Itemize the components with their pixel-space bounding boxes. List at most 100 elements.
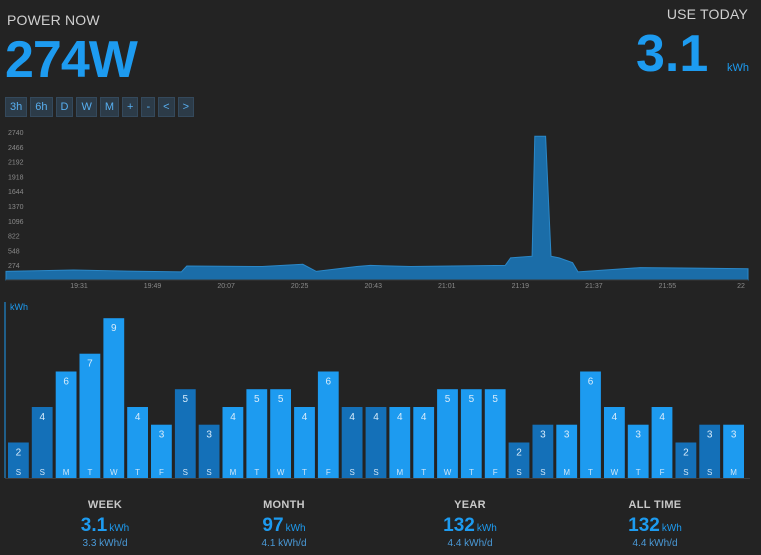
stat-month-unit: kWh [285,523,306,534]
kwh-bar-value: 3 [707,430,713,441]
stats-panel: WEEK 3.1 kWh 3.3 kWh/d MONTH 97 kWh 4.1 kW… [0,490,761,555]
power-y-tick: 1096 [8,219,24,226]
kwh-bar-value: 9 [111,323,117,334]
kwh-bar-value: 7 [87,359,93,370]
kwh-bar-day-label: S [516,468,521,477]
stat-all-time-label: ALL TIME [628,499,682,511]
stat-week: WEEK 3.1 kWh 3.3 kWh/d [20,490,190,549]
power-y-tick: 1370 [8,204,24,211]
pan-left-button[interactable]: < [158,97,175,117]
kwh-bar-value: 2 [516,448,522,459]
kwh-bar-value: 3 [540,430,546,441]
range-day-button[interactable]: D [55,97,74,117]
stat-week-label: WEEK [87,499,123,511]
kwh-bar-day-label: S [683,468,688,477]
power-x-tick: 21:55 [659,283,677,290]
kwh-bar-day-label: W [444,468,452,477]
kwh-bar-day-label: T [588,468,593,477]
stat-all-time-avg: 4.4 kWh/d [632,538,678,549]
kwh-bar-day-label: S [16,468,21,477]
power-y-tick: 1644 [8,189,24,196]
power-y-tick: 548 [8,248,20,255]
kwh-bar-day-label: T [469,468,474,477]
power-now-value: 274W [5,31,138,89]
stat-year-label: YEAR [454,499,486,511]
kwh-bar-day-label: T [87,468,92,477]
kwh-bar-value: 4 [397,412,403,423]
kwh-bar-day-label: W [110,468,118,477]
kwh-bar-day-label: S [206,468,211,477]
power-x-tick: 20:43 [364,283,382,290]
kwh-bar-day-label: M [63,468,70,477]
kwh-bar-value: 5 [183,394,189,405]
range-3h-button[interactable]: 3h [5,97,28,117]
kwh-bar-value: 2 [683,448,689,459]
kwh-bar-value: 4 [302,412,308,423]
kwh-bar-value: 5 [469,394,475,405]
kwh-bar-value: 6 [63,377,69,388]
use-today-label: USE TODAY [666,6,748,22]
zoom-out-button[interactable]: - [141,97,156,117]
pan-right-button[interactable]: > [177,97,194,117]
range-6h-button[interactable]: 6h [30,97,53,117]
stat-all-time: ALL TIME 132 kWh 4.4 kWh/d [570,490,740,549]
kwh-bar-day-label: S [707,468,712,477]
kwh-bar-value: 4 [373,412,379,423]
power-area-chart[interactable]: 274 548 822 1096 1370 1644 1918 2192 2466 2740 19:… [0,127,761,292]
power-y-tick: 2192 [8,160,24,167]
power-y-tick: 274 [8,263,20,270]
kwh-bar-value: 5 [492,394,498,405]
power-y-tick: 822 [8,234,20,241]
kwh-bar-day-label: F [493,468,498,477]
range-week-button[interactable]: W [76,97,97,117]
stat-year-unit: kWh [476,523,497,534]
stat-week-unit: kWh [109,523,130,534]
kwh-bar-value: 4 [349,412,355,423]
power-x-tick: 21:19 [512,283,530,290]
kwh-bar-day-label: T [302,468,307,477]
kwh-y-axis-label: kWh [10,302,28,312]
kwh-bar-day-label: S [350,468,355,477]
power-y-tick: 2466 [8,145,24,152]
power-x-tick: 19:31 [70,283,88,290]
stat-month-value: 97 [262,515,284,536]
kwh-bar-value: 5 [445,394,451,405]
kwh-bar-day-label: F [326,468,331,477]
time-range-toolbar: 3h 6h D W M + - < > [5,97,194,117]
kwh-bar-value: 3 [564,430,570,441]
stat-month: MONTH 97 kWh 4.1 kWh/d [199,490,369,549]
zoom-in-button[interactable]: + [122,97,139,117]
stat-all-time-unit: kWh [661,523,682,534]
kwh-bar-value: 6 [588,377,594,388]
kwh-bar-day-label: F [159,468,164,477]
kwh-bar-value: 5 [254,394,260,405]
kwh-bar-day-label: M [563,468,570,477]
kwh-bar-day-label: M [230,468,237,477]
daily-kwh-bar-chart[interactable]: kWh 2 S 4 S 6 M 7 T 9 W 4 T 3 F 5 S 3 S 4 M 5 T 5 W 4 T 6 F 4 S 4 S 4 M 4 T 5… [0,298,761,483]
kwh-bar-day-label: M [396,468,403,477]
kwh-bar-day-label: S [183,468,188,477]
kwh-bar-day-label: T [421,468,426,477]
kwh-bar-value: 4 [612,412,618,423]
power-x-tick: 21:37 [585,283,603,290]
kwh-bar-value: 4 [40,412,46,423]
power-x-tick: 19:49 [144,283,162,290]
power-y-tick: 1918 [8,174,24,181]
power-y-tick: 2740 [8,130,24,137]
kwh-bar-value: 4 [135,412,141,423]
kwh-bar-value: 5 [278,394,284,405]
kwh-bar[interactable] [103,318,125,478]
kwh-bar-value: 4 [230,412,236,423]
power-now-label: POWER NOW [7,12,100,28]
kwh-bar-day-label: T [135,468,140,477]
kwh-bar-day-label: S [540,468,545,477]
stat-week-value: 3.1 [80,515,108,536]
kwh-bar[interactable] [79,353,101,478]
range-month-button[interactable]: M [99,97,120,117]
kwh-bar-day-label: M [730,468,737,477]
stat-year-avg: 4.4 kWh/d [447,538,493,549]
kwh-bar-day-label: T [636,468,641,477]
kwh-bar-day-label: T [254,468,259,477]
kwh-bar-value: 4 [659,412,665,423]
stat-month-avg: 4.1 kWh/d [261,538,307,549]
